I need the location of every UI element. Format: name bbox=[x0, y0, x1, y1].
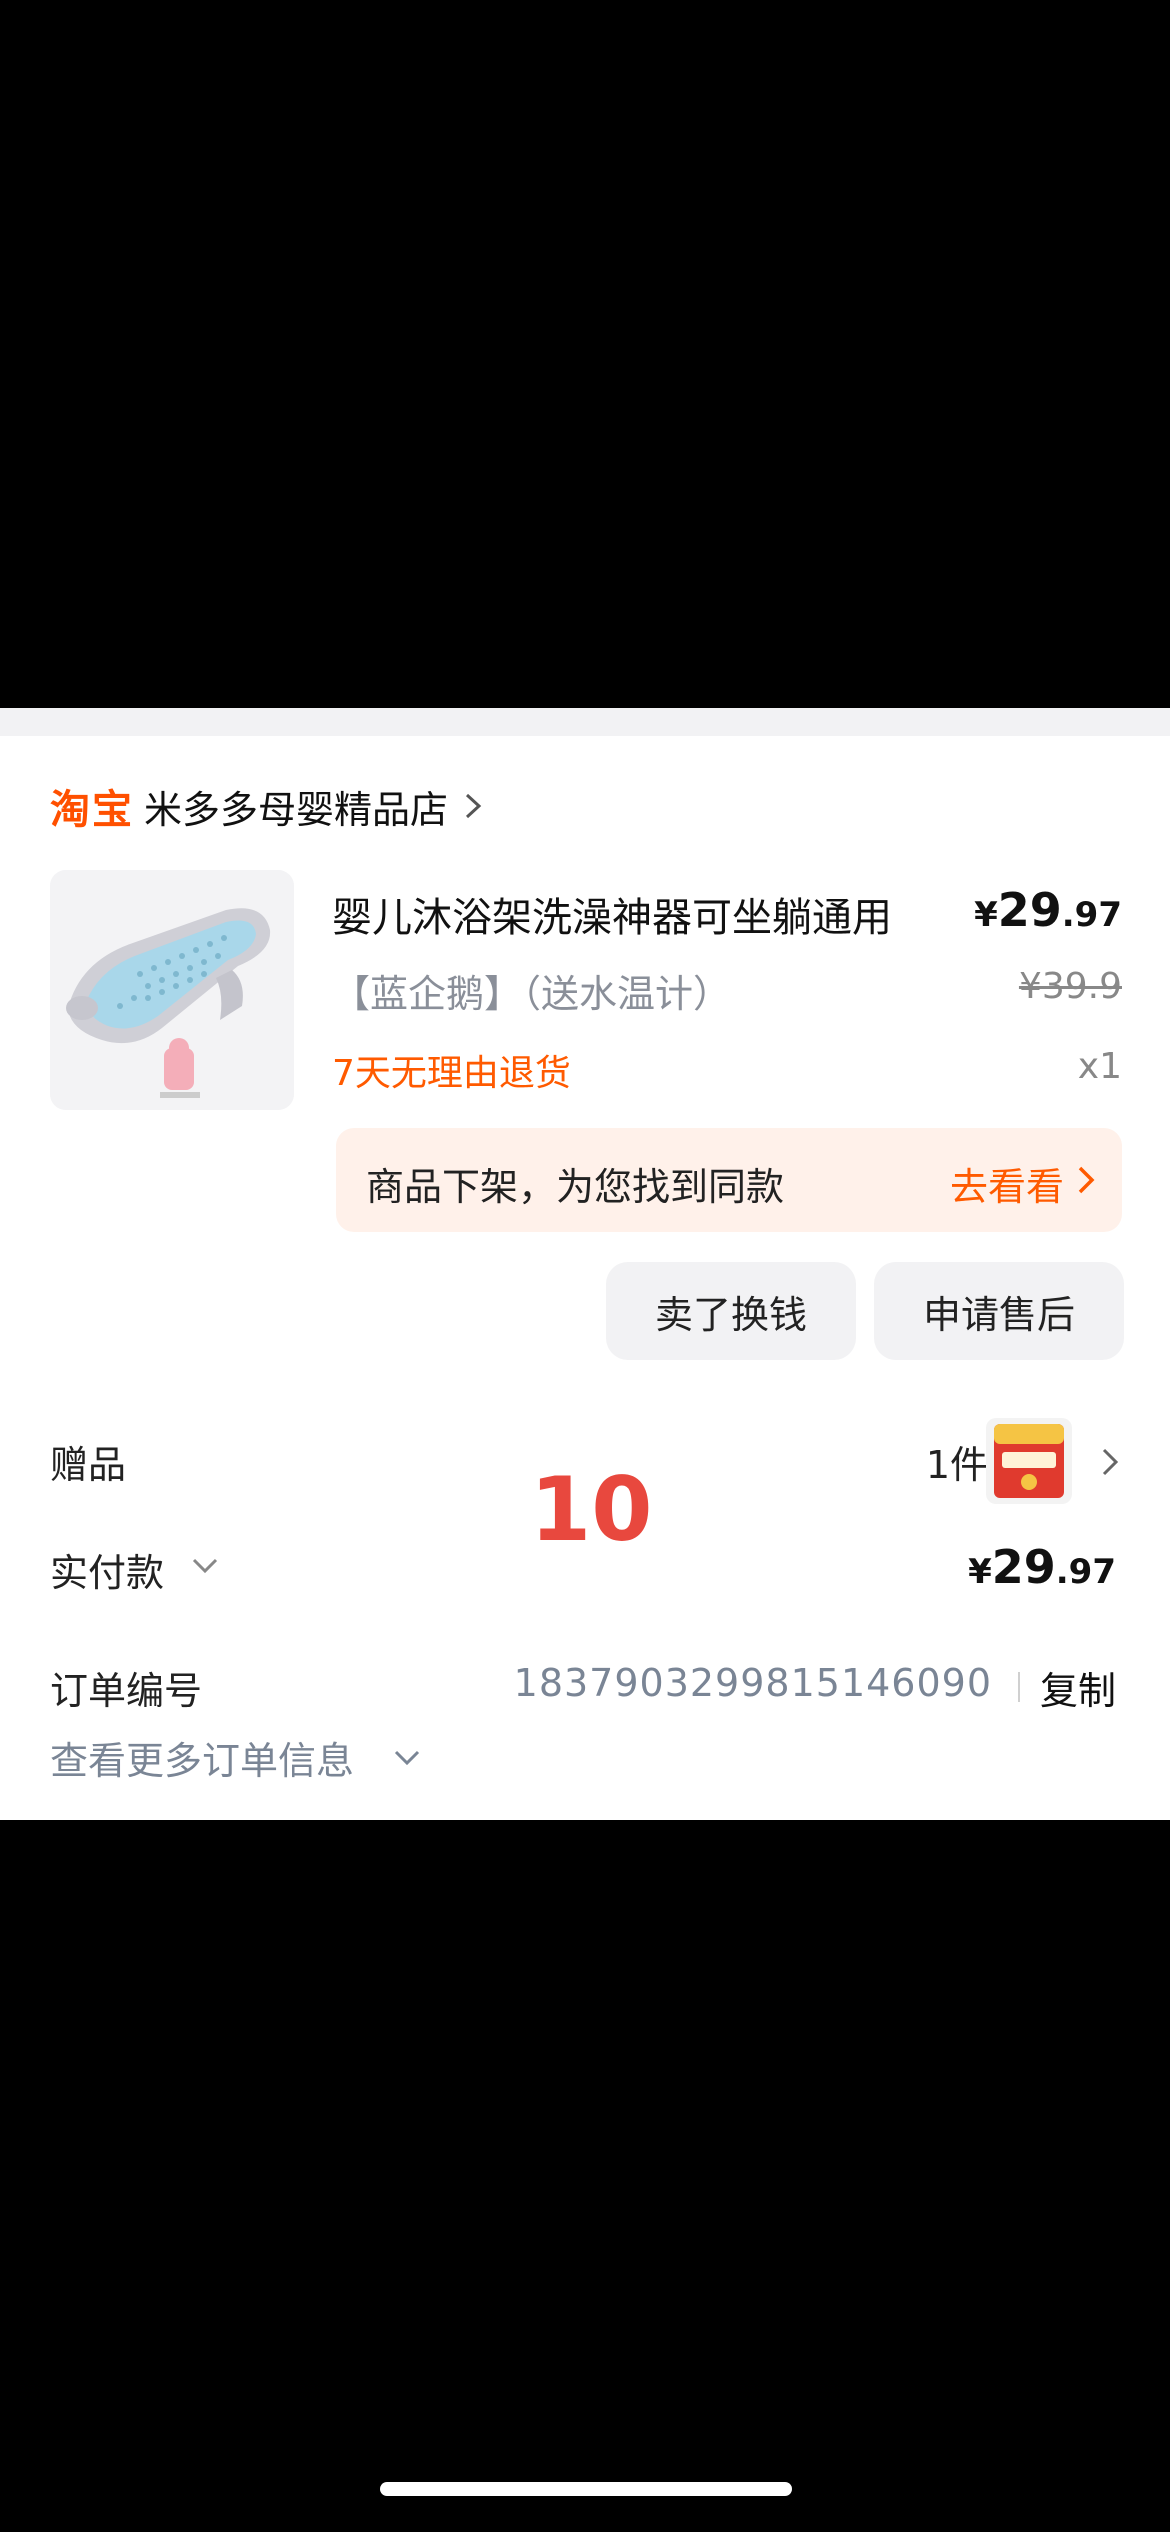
shop-header[interactable]: 淘宝 米多多母婴精品店 bbox=[50, 776, 484, 836]
chevron-right-icon bbox=[466, 793, 482, 819]
price-currency: ¥ bbox=[974, 895, 998, 935]
taobao-logo: 淘宝 bbox=[50, 787, 134, 833]
separator bbox=[1018, 1672, 1020, 1702]
after-sales-button[interactable]: 申请售后 bbox=[874, 1262, 1124, 1360]
gift-thumbnail[interactable] bbox=[986, 1418, 1072, 1504]
product-spec: 【蓝企鹅】（送水温计） bbox=[332, 972, 732, 1016]
bath-seat-illustration bbox=[50, 870, 294, 1110]
return-policy: 7天无理由退货 bbox=[332, 1053, 571, 1094]
sell-button[interactable]: 卖了换钱 bbox=[606, 1262, 856, 1360]
product-image[interactable] bbox=[50, 870, 294, 1110]
product-quantity: x1 bbox=[1077, 1046, 1122, 1087]
chevron-down-icon[interactable] bbox=[190, 1556, 220, 1576]
paid-amount: ¥29.97 bbox=[968, 1540, 1116, 1594]
chevron-down-icon[interactable] bbox=[392, 1748, 422, 1768]
order-number-label: 订单编号 bbox=[50, 1669, 203, 1713]
product-title[interactable]: 婴儿沐浴架洗澡神器可坐躺通用 bbox=[332, 885, 892, 943]
shop-name[interactable]: 米多多母婴精品店 bbox=[144, 779, 448, 834]
order-number: 1837903299815146090 bbox=[513, 1661, 992, 1705]
paid-currency: ¥ bbox=[968, 1552, 992, 1592]
card-top-strip bbox=[0, 708, 1170, 736]
paid-decimal: .97 bbox=[1055, 1552, 1116, 1592]
payment-label[interactable]: 实付款 bbox=[50, 1542, 164, 1597]
paid-integer: 29 bbox=[991, 1540, 1056, 1594]
home-indicator[interactable] bbox=[380, 2482, 792, 2496]
original-price: ¥39.9 bbox=[1018, 966, 1122, 1007]
similar-item-notice[interactable]: 商品下架，为您找到同款 去看看 bbox=[336, 1128, 1122, 1232]
gift-label: 赠品 bbox=[50, 1443, 127, 1487]
price-decimal: .97 bbox=[1061, 895, 1122, 935]
gift-count[interactable]: 1件 bbox=[926, 1434, 988, 1489]
product-price: ¥29.97 bbox=[974, 883, 1122, 937]
chevron-right-icon bbox=[1078, 1166, 1095, 1194]
view-similar-link[interactable]: 去看看 bbox=[950, 1156, 1064, 1211]
chevron-right-icon[interactable] bbox=[1100, 1446, 1120, 1478]
notice-text: 商品下架，为您找到同款 bbox=[366, 1165, 785, 1209]
red-envelope-icon bbox=[994, 1424, 1064, 1498]
annotation-number: 10 bbox=[530, 1458, 653, 1561]
more-order-info-link[interactable]: 查看更多订单信息 bbox=[50, 1730, 354, 1785]
price-integer: 29 bbox=[997, 883, 1062, 937]
copy-button[interactable]: 复制 bbox=[1040, 1660, 1116, 1715]
